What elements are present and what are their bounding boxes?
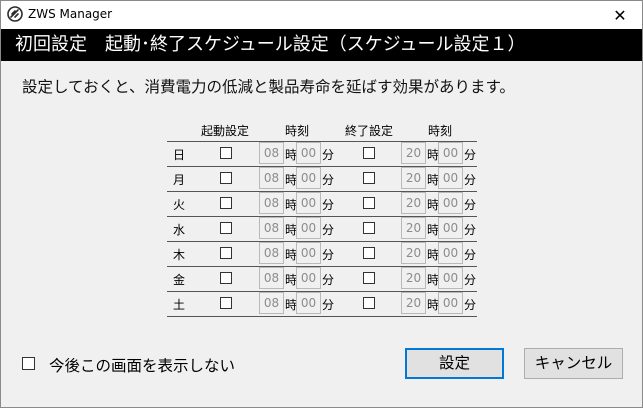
start-minute-input[interactable]: 00	[296, 267, 321, 289]
end-hour-input[interactable]: 20	[401, 267, 426, 289]
minute-unit-label: 分	[464, 248, 477, 262]
dont-show-label: 今後この画面を表示しない	[49, 357, 236, 375]
start-hour-input[interactable]: 08	[259, 167, 284, 189]
minute-unit-label: 分	[322, 298, 335, 312]
minute-unit-label: 分	[464, 148, 477, 162]
cancel-button[interactable]: キャンセル	[524, 348, 623, 379]
day-label: 日	[173, 148, 186, 162]
minute-unit-label: 分	[464, 198, 477, 212]
row-divider	[167, 316, 477, 317]
end-hour-input[interactable]: 20	[401, 142, 426, 164]
end-enable-checkbox[interactable]	[363, 197, 375, 209]
start-enable-checkbox[interactable]	[220, 247, 232, 259]
end-hour-input[interactable]: 20	[401, 167, 426, 189]
start-enable-checkbox[interactable]	[220, 222, 232, 234]
end-enable-checkbox[interactable]	[363, 172, 375, 184]
description-text: 設定しておくと、消費電力の低減と製品寿命を延ばす効果があります。	[22, 78, 515, 96]
start-enable-checkbox[interactable]	[220, 272, 232, 284]
start-minute-input[interactable]: 00	[296, 292, 321, 314]
start-minute-input[interactable]: 00	[296, 217, 321, 239]
end-setting-header: 終了設定	[345, 124, 394, 138]
start-enable-checkbox[interactable]	[220, 172, 232, 184]
schedule-row: 土 08 時 00 分 20 時 00 分	[167, 291, 477, 316]
day-label: 土	[173, 298, 186, 312]
start-hour-input[interactable]: 08	[259, 217, 284, 239]
minute-unit-label: 分	[322, 198, 335, 212]
start-enable-checkbox[interactable]	[220, 297, 232, 309]
end-time-header: 時刻	[428, 124, 453, 138]
start-time-header: 時刻	[285, 124, 310, 138]
end-minute-input[interactable]: 00	[438, 142, 463, 164]
day-label: 金	[173, 273, 186, 287]
schedule-table: 起動設定 時刻 終了設定 時刻 日 08 時 00 分 20 時 00 分月 08 時 00 分 20 時 0…	[167, 118, 477, 318]
page-title: 初回設定 起動･終了スケジュール設定（スケジュール設定１）	[1, 29, 642, 61]
day-label: 火	[173, 198, 186, 212]
day-label: 水	[173, 223, 186, 237]
end-enable-checkbox[interactable]	[363, 222, 375, 234]
minute-unit-label: 分	[464, 298, 477, 312]
start-minute-input[interactable]: 00	[296, 167, 321, 189]
start-minute-input[interactable]: 00	[296, 242, 321, 264]
ok-button[interactable]: 設定	[405, 348, 504, 379]
end-hour-input[interactable]: 20	[401, 192, 426, 214]
schedule-row: 日 08 時 00 分 20 時 00 分	[167, 141, 477, 166]
end-enable-checkbox[interactable]	[363, 272, 375, 284]
end-hour-input[interactable]: 20	[401, 242, 426, 264]
window-title: ZWS Manager	[28, 7, 113, 21]
start-minute-input[interactable]: 00	[296, 142, 321, 164]
schedule-row: 木 08 時 00 分 20 時 00 分	[167, 241, 477, 266]
schedule-row: 月 08 時 00 分 20 時 00 分	[167, 166, 477, 191]
close-icon: ✕	[613, 5, 627, 25]
end-minute-input[interactable]: 00	[438, 242, 463, 264]
end-minute-input[interactable]: 00	[438, 267, 463, 289]
start-hour-input[interactable]: 08	[259, 192, 284, 214]
day-label: 月	[173, 173, 186, 187]
dialog-window: ZWS Manager ✕ 初回設定 起動･終了スケジュール設定（スケジュール設…	[0, 0, 643, 408]
zws-logo-icon	[7, 6, 23, 22]
start-hour-input[interactable]: 08	[259, 142, 284, 164]
end-enable-checkbox[interactable]	[363, 247, 375, 259]
end-minute-input[interactable]: 00	[438, 192, 463, 214]
minute-unit-label: 分	[322, 173, 335, 187]
start-hour-input[interactable]: 08	[259, 242, 284, 264]
start-hour-input[interactable]: 08	[259, 292, 284, 314]
minute-unit-label: 分	[322, 148, 335, 162]
end-minute-input[interactable]: 00	[438, 217, 463, 239]
close-button[interactable]: ✕	[598, 1, 642, 29]
start-hour-input[interactable]: 08	[259, 267, 284, 289]
day-label: 木	[173, 248, 186, 262]
end-hour-input[interactable]: 20	[401, 292, 426, 314]
schedule-row: 火 08 時 00 分 20 時 00 分	[167, 191, 477, 216]
end-minute-input[interactable]: 00	[438, 167, 463, 189]
minute-unit-label: 分	[464, 223, 477, 237]
end-enable-checkbox[interactable]	[363, 297, 375, 309]
title-bar: ZWS Manager ✕	[1, 1, 642, 29]
minute-unit-label: 分	[464, 173, 477, 187]
end-minute-input[interactable]: 00	[438, 292, 463, 314]
minute-unit-label: 分	[322, 273, 335, 287]
minute-unit-label: 分	[322, 223, 335, 237]
end-enable-checkbox[interactable]	[363, 147, 375, 159]
start-enable-checkbox[interactable]	[220, 197, 232, 209]
minute-unit-label: 分	[464, 273, 477, 287]
start-enable-checkbox[interactable]	[220, 147, 232, 159]
schedule-row: 水 08 時 00 分 20 時 00 分	[167, 216, 477, 241]
start-minute-input[interactable]: 00	[296, 192, 321, 214]
schedule-row: 金 08 時 00 分 20 時 00 分	[167, 266, 477, 291]
end-hour-input[interactable]: 20	[401, 217, 426, 239]
start-setting-header: 起動設定	[201, 124, 250, 138]
minute-unit-label: 分	[322, 248, 335, 262]
dont-show-checkbox[interactable]	[22, 357, 35, 370]
